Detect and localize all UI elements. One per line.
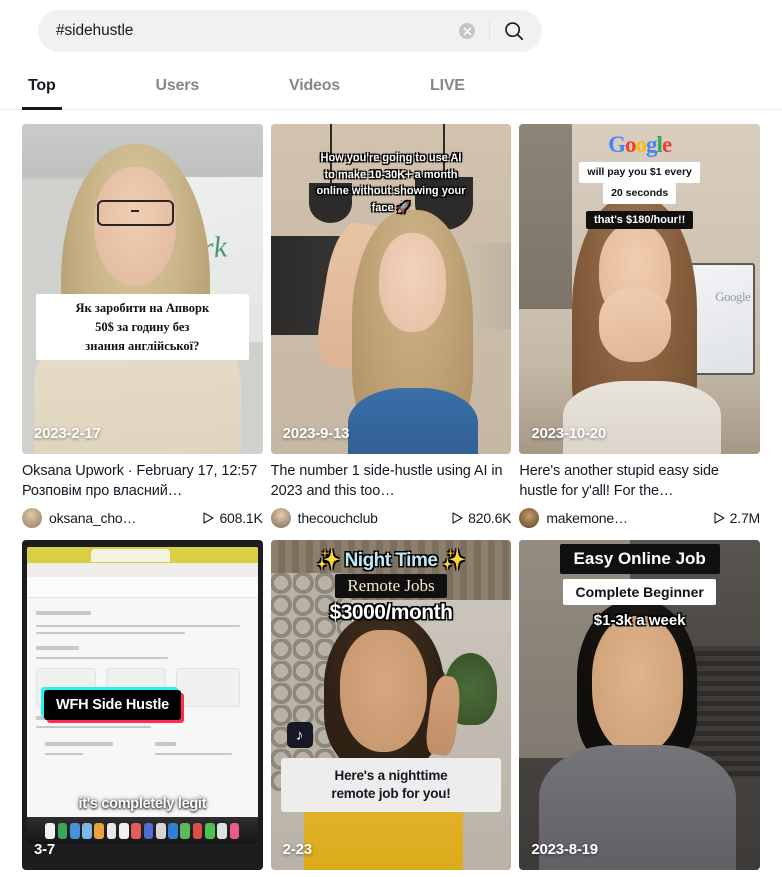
play-icon — [452, 512, 463, 524]
video-thumbnail[interactable]: Google Google will pay you $1 every 20 s… — [519, 124, 760, 454]
author-name[interactable]: oksana_cho… — [49, 510, 136, 526]
play-count: 608.1K — [203, 510, 263, 527]
overlay-line-2: 20 seconds — [603, 183, 677, 205]
overlay-line-1: ✨ Night Time ✨ — [316, 550, 466, 572]
thumbnail-overlay-text: Як заробити на Апворк 50$ за годину без … — [36, 294, 249, 361]
search-icon[interactable] — [490, 11, 538, 51]
video-meta: thecouchclub 820.6K — [270, 508, 512, 529]
overlay-line-4: face 🚀 — [371, 201, 411, 214]
video-results-grid: pwork Як заробити на Апворк 50$ за годин… — [0, 110, 782, 871]
tab-top[interactable]: Top — [22, 62, 62, 110]
video-thumbnail[interactable]: WFH Side Hustle it's completely legit 3-… — [22, 540, 263, 871]
overlay-line-1: Як заробити на Апворк — [75, 301, 210, 315]
video-card[interactable]: WFH Side Hustle it's completely legit 3-… — [22, 540, 263, 871]
overlay-line-2: to make 10-30K+ a month — [324, 168, 458, 181]
overlay-line-3: знання англійської? — [85, 338, 200, 353]
overlay-caption-line-2: remote job for you! — [331, 786, 451, 802]
author-name[interactable]: makemone… — [546, 510, 627, 526]
video-thumbnail[interactable]: ✨ Night Time ✨ Remote Jobs $3000/month ♪… — [270, 540, 512, 871]
avatar[interactable] — [519, 508, 540, 529]
overlay-line-1: will pay you $1 every — [579, 162, 700, 184]
play-count-value: 2.7M — [729, 510, 761, 527]
video-date: 2023-9-13 — [282, 424, 350, 442]
overlay-line-3: $1-3k a week — [593, 612, 686, 630]
play-count-value: 820.6K — [468, 510, 512, 527]
video-date: 2023-10-20 — [531, 424, 607, 442]
thumbnail-image: pwork — [22, 124, 263, 454]
search-bar[interactable] — [38, 10, 542, 52]
overlay-line-2: 50$ за годину без — [95, 319, 190, 334]
overlay-line-1: How you're going to use AI — [320, 152, 462, 164]
play-count: 2.7M — [714, 510, 760, 526]
video-card[interactable]: Easy Online Job Complete Beginner $1-3k … — [519, 540, 760, 871]
search-region — [0, 0, 782, 62]
video-date: 3-7 — [34, 841, 56, 859]
play-icon — [714, 512, 725, 524]
tab-users[interactable]: Users — [150, 62, 205, 109]
video-card[interactable]: Google Google will pay you $1 every 20 s… — [519, 124, 760, 529]
author-name[interactable]: thecouchclub — [298, 510, 378, 526]
video-card[interactable]: pwork Як заробити на Апворк 50$ за годин… — [22, 124, 263, 529]
video-date: 2023-8-19 — [531, 841, 598, 859]
video-card[interactable]: How you're going to use AI to make 10-30… — [270, 124, 512, 529]
video-card[interactable]: ✨ Night Time ✨ Remote Jobs $3000/month ♪… — [270, 540, 512, 871]
thumbnail-overlay-text: Easy Online Job Complete Beginner $1-3k … — [519, 544, 760, 629]
play-count-value: 608.1K — [219, 510, 263, 527]
avatar[interactable] — [22, 508, 42, 529]
video-caption: Oksana Upwork · February 17, 12:57 Розпо… — [22, 463, 258, 499]
video-thumbnail[interactable]: pwork Як заробити на Апворк 50$ за годин… — [22, 124, 263, 454]
tab-videos[interactable]: Videos — [283, 62, 346, 109]
avatar[interactable] — [270, 508, 291, 529]
tab-live[interactable]: LIVE — [424, 62, 471, 109]
thumbnail-overlay-text: ✨ Night Time ✨ Remote Jobs $3000/month — [271, 548, 512, 625]
overlay-line-3: online without showing your — [316, 185, 466, 197]
overlay-line-2: Remote Jobs — [335, 574, 447, 599]
thumbnail-overlay-text: Google will pay you $1 every 20 seconds … — [519, 132, 760, 230]
overlay-caption-line-1: Here's a nighttime — [334, 768, 448, 783]
play-count: 820.6K — [452, 510, 512, 527]
video-caption: The number 1 side-hustle using AI in 202… — [270, 463, 503, 499]
close-circle-icon[interactable] — [459, 23, 475, 39]
search-tabs: Top Users Videos LIVE — [0, 62, 782, 110]
thumbnail-overlay-text: How you're going to use AI to make 10-30… — [279, 150, 504, 216]
search-input[interactable] — [56, 22, 459, 40]
play-icon — [203, 512, 215, 524]
video-date: 2023-2-17 — [34, 424, 101, 442]
video-meta: makemone… 2.7M — [519, 508, 760, 529]
overlay-line-1: Easy Online Job — [559, 544, 720, 575]
overlay-badge: WFH Side Hustle — [44, 690, 182, 721]
overlay-line-3: $3000/month — [329, 601, 453, 625]
tiktok-logo-icon: ♪ — [286, 722, 313, 749]
video-meta: oksana_cho… 608.1K — [22, 508, 263, 529]
overlay-brand-google: Google — [608, 132, 672, 157]
video-caption: Here's another stupid easy side hustle f… — [519, 463, 719, 499]
video-date: 2-23 — [282, 841, 312, 859]
video-thumbnail[interactable]: Easy Online Job Complete Beginner $1-3k … — [519, 540, 760, 871]
overlay-line-1: it's completely legit — [78, 796, 207, 813]
overlay-caption: Here's a nighttime remote job for you! — [280, 758, 502, 813]
overlay-line-3: that's $180/hour!! — [586, 211, 694, 230]
video-thumbnail[interactable]: How you're going to use AI to make 10-30… — [270, 124, 512, 454]
overlay-line-2: Complete Beginner — [563, 579, 716, 606]
